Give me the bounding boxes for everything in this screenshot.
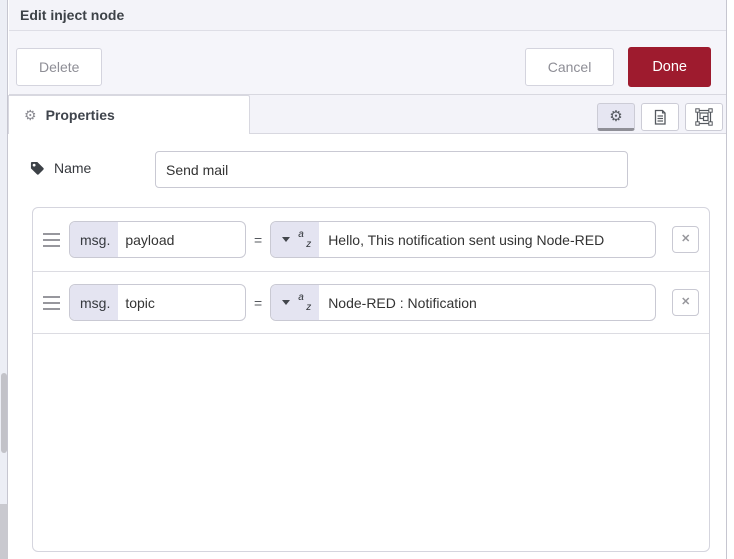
- document-icon: [654, 109, 666, 125]
- appearance-view-button[interactable]: [685, 103, 723, 131]
- string-type-icon: az: [298, 228, 312, 250]
- drag-handle-icon[interactable]: [43, 295, 60, 310]
- payload-property-name[interactable]: payload: [118, 222, 174, 257]
- name-input[interactable]: [155, 151, 628, 188]
- name-row: Name: [30, 160, 91, 176]
- prop-row-topic: msg. topic = az Node-RED : Notification …: [33, 272, 709, 334]
- topic-property-name[interactable]: topic: [118, 285, 155, 320]
- workspace-edge: [0, 0, 8, 559]
- workspace-edge-footer: [0, 504, 8, 559]
- equals-sign: =: [254, 294, 263, 311]
- tab-bar: ⚙ Properties ⚙: [8, 95, 726, 134]
- topic-property-input[interactable]: msg. topic: [69, 284, 246, 321]
- type-select-button[interactable]: az: [271, 222, 320, 257]
- tag-icon: [30, 161, 44, 175]
- remove-row-button[interactable]: ✕: [672, 226, 700, 253]
- properties-panel: Name msg. payload = az: [9, 134, 726, 559]
- gear-icon: ⚙: [24, 107, 37, 123]
- editor-view-buttons: ⚙: [597, 103, 723, 131]
- tray-header: Edit inject node: [9, 0, 726, 31]
- payload-value-input[interactable]: Hello, This notification sent using Node…: [319, 222, 604, 257]
- caret-down-icon: [282, 300, 291, 305]
- inject-props-list: msg. payload = az Hello, This notificati…: [32, 207, 710, 552]
- toolbar-right-buttons: Cancel Done: [524, 47, 711, 87]
- caret-down-icon: [282, 237, 291, 242]
- equals-sign: =: [254, 231, 263, 248]
- tab-properties[interactable]: ⚙ Properties: [8, 95, 250, 134]
- remove-row-button[interactable]: ✕: [672, 289, 700, 316]
- done-button[interactable]: Done: [628, 47, 711, 87]
- msg-prefix-button[interactable]: msg.: [70, 285, 119, 320]
- payload-property-input[interactable]: msg. payload: [69, 221, 246, 258]
- drag-handle-icon[interactable]: [43, 232, 60, 247]
- type-select-button[interactable]: az: [271, 285, 320, 320]
- prop-row-payload: msg. payload = az Hello, This notificati…: [33, 208, 709, 272]
- tray-toolbar: Delete Cancel Done: [9, 31, 726, 95]
- edit-tray: Edit inject node Delete Cancel Done ⚙ Pr…: [8, 0, 727, 559]
- delete-button[interactable]: Delete: [16, 48, 103, 86]
- dialog-title: Edit inject node: [20, 7, 125, 23]
- name-label: Name: [54, 160, 92, 176]
- topic-value-typedinput: az Node-RED : Notification: [270, 284, 657, 321]
- scrollbar-thumb[interactable]: [1, 373, 7, 453]
- object-frame-icon: [695, 108, 713, 126]
- properties-view-button[interactable]: ⚙: [597, 103, 635, 131]
- cancel-button[interactable]: Cancel: [524, 48, 615, 86]
- string-type-icon: az: [298, 291, 312, 313]
- edit-inject-node-dialog-screen: Edit inject node Delete Cancel Done ⚙ Pr…: [0, 0, 734, 559]
- tab-properties-label: Properties: [45, 107, 115, 123]
- description-view-button[interactable]: [641, 103, 679, 131]
- msg-prefix-button[interactable]: msg.: [70, 222, 119, 257]
- gear-icon: ⚙: [609, 107, 623, 125]
- payload-value-typedinput: az Hello, This notification sent using N…: [270, 221, 657, 258]
- topic-value-input[interactable]: Node-RED : Notification: [319, 285, 477, 320]
